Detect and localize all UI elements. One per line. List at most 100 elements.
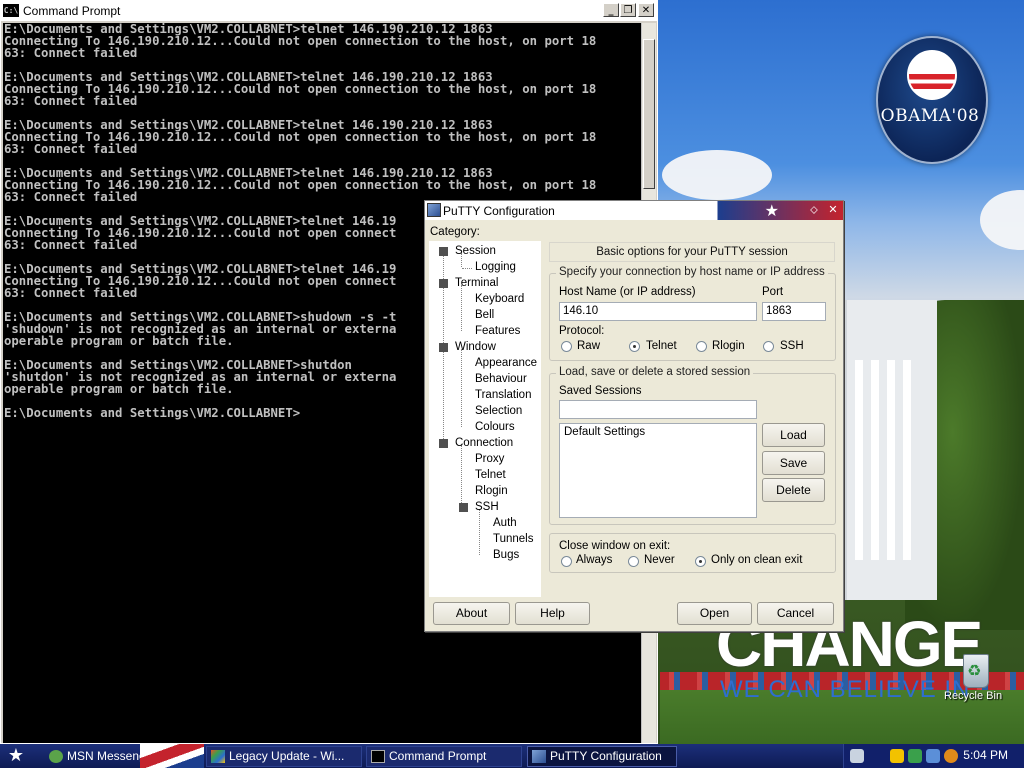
- save-button[interactable]: Save: [762, 451, 825, 475]
- open-button[interactable]: Open: [677, 602, 752, 625]
- console-icon: C:\: [3, 4, 19, 17]
- tree-item-terminal[interactable]: Terminal: [455, 277, 498, 289]
- tree-item-selection[interactable]: Selection: [475, 405, 522, 417]
- tree-item-logging[interactable]: Logging: [475, 261, 516, 273]
- window-title: Command Prompt: [23, 4, 121, 18]
- protocol-label: Protocol:: [559, 325, 605, 337]
- expand-icon[interactable]: [439, 343, 448, 352]
- radio-raw-label[interactable]: Raw: [577, 340, 600, 352]
- expand-icon[interactable]: [439, 439, 448, 448]
- tree-item-bell[interactable]: Bell: [475, 309, 494, 321]
- tree-item-features[interactable]: Features: [475, 325, 520, 337]
- close-on-exit-group: [549, 533, 836, 573]
- putty-icon: [427, 203, 441, 217]
- category-tree[interactable]: Session Logging Terminal Keyboard Bell F…: [429, 241, 541, 597]
- group-title: Load, save or delete a stored session: [556, 366, 754, 378]
- tree-item-rlogin[interactable]: Rlogin: [475, 485, 508, 497]
- radio-clean-exit[interactable]: [695, 556, 706, 567]
- tree-item-window[interactable]: Window: [455, 341, 496, 353]
- taskbar: ★ MSN Messenger Legacy Update - Wi... Co…: [0, 744, 1024, 768]
- radio-telnet[interactable]: [629, 341, 640, 352]
- help-icon[interactable]: ⬦: [807, 203, 821, 217]
- restore-button[interactable]: ❐: [620, 3, 636, 17]
- host-name-input[interactable]: 146.10: [559, 302, 757, 321]
- expand-icon[interactable]: [459, 503, 468, 512]
- tagline-text: WE CAN BELIEVE IN: [720, 676, 971, 703]
- host-name-label: Host Name (or IP address): [559, 286, 696, 298]
- white-house-image: [845, 300, 937, 600]
- keyboard-icon[interactable]: [850, 749, 864, 763]
- campaign-logo-text: OBAMA'08: [880, 106, 980, 126]
- radio-ssh-label[interactable]: SSH: [780, 340, 804, 352]
- scrollbar-thumb[interactable]: [643, 39, 655, 189]
- tree-item-telnet[interactable]: Telnet: [475, 469, 506, 481]
- dialog-title: PuTTY Configuration: [443, 204, 555, 218]
- expand-icon[interactable]: [439, 247, 448, 256]
- clock[interactable]: 5:04 PM: [963, 748, 1008, 762]
- msn-icon: [49, 750, 63, 763]
- cloud: [662, 150, 772, 200]
- port-label: Port: [762, 286, 784, 298]
- task-label: PuTTY Configuration: [550, 749, 662, 763]
- tree-item-colours[interactable]: Colours: [475, 421, 515, 433]
- panel-banner: Basic options for your PuTTY session: [549, 242, 835, 262]
- about-button[interactable]: About: [433, 602, 510, 625]
- radio-telnet-label[interactable]: Telnet: [646, 340, 677, 352]
- recycle-bin-icon: [963, 654, 989, 688]
- tree-item-tunnels[interactable]: Tunnels: [493, 533, 534, 545]
- network-icon[interactable]: [926, 749, 940, 763]
- radio-ssh[interactable]: [763, 341, 774, 352]
- tree-item-session[interactable]: Session: [455, 245, 496, 257]
- task-label: Legacy Update - Wi...: [229, 749, 345, 763]
- group-title: Specify your connection by host name or …: [556, 266, 828, 278]
- delete-button[interactable]: Delete: [762, 478, 825, 502]
- flag-decoration: [140, 744, 204, 768]
- tree-item-appearance[interactable]: Appearance: [475, 357, 537, 369]
- list-item[interactable]: Default Settings: [564, 426, 645, 438]
- task-label: Command Prompt: [389, 749, 487, 763]
- start-button[interactable]: ★: [6, 746, 26, 766]
- tree-item-keyboard[interactable]: Keyboard: [475, 293, 524, 305]
- tree-item-auth[interactable]: Auth: [493, 517, 517, 529]
- taskbar-item-legacy-update[interactable]: Legacy Update - Wi...: [206, 746, 362, 767]
- saved-sessions-label: Saved Sessions: [559, 385, 642, 397]
- radio-clean-exit-label[interactable]: Only on clean exit: [711, 554, 802, 566]
- search-icon[interactable]: [944, 749, 958, 763]
- tree-item-proxy[interactable]: Proxy: [475, 453, 504, 465]
- radio-rlogin[interactable]: [696, 341, 707, 352]
- category-label: Category:: [430, 226, 480, 238]
- radio-never[interactable]: [628, 556, 639, 567]
- system-tray: 5:04 PM: [843, 744, 1024, 768]
- close-on-exit-label: Close window on exit:: [559, 540, 671, 552]
- radio-always[interactable]: [561, 556, 572, 567]
- radio-rlogin-label[interactable]: Rlogin: [712, 340, 745, 352]
- tree-item-behaviour[interactable]: Behaviour: [475, 373, 527, 385]
- recycle-bin[interactable]: Recycle Bin: [944, 654, 1008, 702]
- port-input[interactable]: 1863: [762, 302, 826, 321]
- radio-always-label[interactable]: Always: [576, 554, 612, 566]
- close-button[interactable]: ✕: [638, 3, 654, 17]
- sessions-list[interactable]: Default Settings: [559, 423, 757, 518]
- help-button[interactable]: Help: [515, 602, 590, 625]
- security-shield-icon[interactable]: [890, 749, 904, 763]
- tree-item-ssh[interactable]: SSH: [475, 501, 499, 513]
- saved-sessions-input[interactable]: [559, 400, 757, 419]
- radio-raw[interactable]: [561, 341, 572, 352]
- console-icon: [371, 750, 385, 763]
- tree-item-translation[interactable]: Translation: [475, 389, 531, 401]
- title-bar[interactable]: PuTTY Configuration ★ ⬦ ✕: [425, 201, 843, 220]
- load-button[interactable]: Load: [762, 423, 825, 447]
- update-icon[interactable]: [908, 749, 922, 763]
- expand-icon[interactable]: [439, 279, 448, 288]
- cancel-button[interactable]: Cancel: [757, 602, 834, 625]
- putty-configuration-dialog[interactable]: PuTTY Configuration ★ ⬦ ✕ Category: Sess…: [424, 200, 844, 632]
- taskbar-item-putty[interactable]: PuTTY Configuration: [527, 746, 677, 767]
- close-button[interactable]: ✕: [825, 203, 841, 217]
- minimize-button[interactable]: _: [603, 3, 619, 17]
- taskbar-item-command-prompt[interactable]: Command Prompt: [366, 746, 522, 767]
- radio-never-label[interactable]: Never: [644, 554, 675, 566]
- windows-icon: [211, 750, 225, 763]
- tree-item-bugs[interactable]: Bugs: [493, 549, 519, 561]
- title-bar[interactable]: C:\ Command Prompt _ ❐ ✕: [1, 1, 657, 21]
- tree-item-connection[interactable]: Connection: [455, 437, 513, 449]
